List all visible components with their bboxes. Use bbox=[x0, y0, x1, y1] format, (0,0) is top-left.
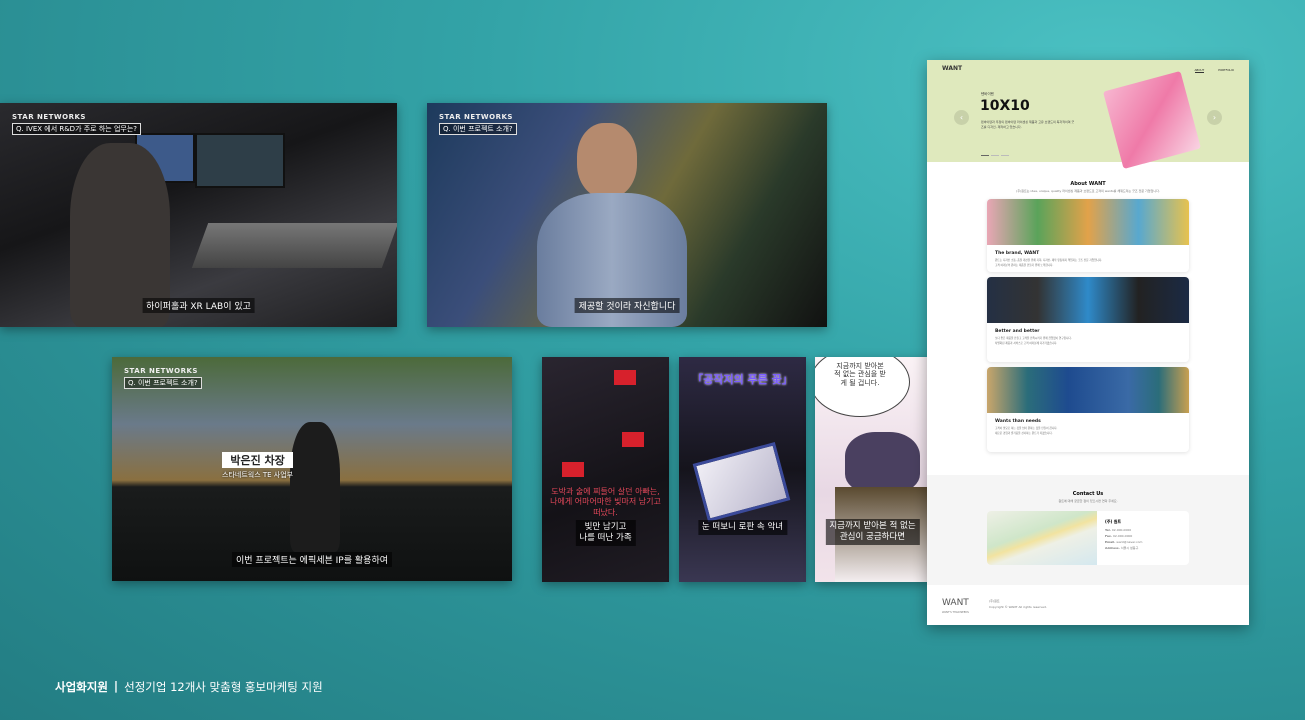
nav-portfolio[interactable]: PORTFOLIO bbox=[1218, 68, 1234, 73]
character-hair bbox=[845, 432, 920, 492]
question-label: Q. 이번 프로젝트 소개? bbox=[124, 377, 202, 389]
webtoon-card-1[interactable]: 도박과 술에 찌들어 살던 아빠는, 나에게 어마어마한 빚마저 남기고 떠났다… bbox=[542, 357, 669, 582]
comic-title: 「공작저의 푸른 꽃」 bbox=[692, 373, 793, 386]
map[interactable] bbox=[987, 511, 1097, 565]
subtitle: 제공할 것이라 자신합니다 bbox=[574, 298, 680, 313]
site-logo[interactable]: WANT bbox=[942, 65, 962, 72]
card-image bbox=[987, 367, 1189, 413]
hero-eyebrow: 텐바이텐 bbox=[981, 92, 994, 96]
brand-label: STAR NETWORKS bbox=[124, 367, 198, 375]
footer-logo: WANT bbox=[942, 598, 969, 608]
subtitle: 이번 프로젝트는 에픽세븐 IP를 활용하여 bbox=[231, 552, 393, 567]
monitor bbox=[195, 133, 285, 188]
person-head bbox=[577, 123, 637, 198]
contact-card: (주) 원트 Tel. 02-000-0000 Fax. 02-000-0000 E… bbox=[987, 511, 1189, 565]
red-card bbox=[562, 462, 584, 477]
caption-divider: | bbox=[113, 679, 119, 693]
contact-section: Contact Us 원트에 대해 궁금한 점이 있으시면 연락 주세요. (주… bbox=[927, 475, 1249, 585]
nav-about[interactable]: ABOUT bbox=[1194, 68, 1205, 73]
red-card bbox=[622, 432, 644, 447]
about-description: (주)원트는 idea, unique, quality 라이센싱 제품과 브랜… bbox=[1016, 189, 1160, 193]
card-image bbox=[987, 277, 1189, 323]
comic-caption: 빚만 남기고 나를 떠난 가족 bbox=[575, 520, 636, 547]
video-thumbnail-rnd[interactable]: STAR NETWORKS Q. IVEX 에서 R&D가 주로 하는 업무는?… bbox=[0, 103, 397, 327]
card-image bbox=[987, 199, 1189, 245]
footer-tagline: WANT'S THAN NEEDS bbox=[942, 611, 969, 614]
about-card: Wants than needs 고객이 필요로 하는 것을 넘어 원하는 것을 … bbox=[987, 367, 1189, 452]
speech-bubble: 지금까지 받아본 적 없는 관심을 받게 될 겁니다. bbox=[815, 357, 910, 417]
subtitle: 하이퍼홀과 XR LAB이 있고 bbox=[142, 298, 255, 313]
webtoon-card-3[interactable]: 지금까지 받아본 적 없는 관심을 받게 될 겁니다. 지금까지 받아본 적 없… bbox=[815, 357, 930, 582]
comic-caption: 지금까지 받아본 적 없는 관심이 궁금하다면 bbox=[825, 519, 920, 546]
speaker-name: 박은진 차장 bbox=[222, 452, 294, 468]
product-image bbox=[1103, 71, 1201, 169]
caption-label: 사업화지원 bbox=[55, 680, 108, 694]
webtoon-card-2[interactable]: 「공작저의 푸른 꽃」 눈 떠보니 로판 속 악녀 bbox=[679, 357, 806, 582]
contact-title: Contact Us bbox=[1072, 491, 1104, 497]
prev-arrow-icon[interactable]: ‹ bbox=[954, 110, 969, 125]
contact-description: 원트에 대해 궁금한 점이 있으시면 연락 주세요. bbox=[1058, 499, 1118, 503]
book-illustration bbox=[692, 442, 791, 522]
person bbox=[290, 422, 340, 552]
question-label: Q. IVEX 에서 R&D가 주로 하는 업무는? bbox=[12, 123, 141, 135]
brand-label: STAR NETWORKS bbox=[12, 113, 86, 121]
company-name: (주) 원트 bbox=[1105, 519, 1122, 524]
website-screenshot[interactable]: WANT ABOUT PORTFOLIO ‹ › 텐바이텐 10X10 텐바이텐… bbox=[927, 60, 1249, 625]
red-card bbox=[614, 370, 636, 385]
speaker-role: 스타네트웍스 TE 사업부 bbox=[222, 471, 294, 479]
hero-banner: WANT ABOUT PORTFOLIO ‹ › 텐바이텐 10X10 텐바이텐… bbox=[927, 60, 1249, 169]
video-thumbnail-project[interactable]: STAR NETWORKS Q. 이번 프로젝트 소개? 박은진 차장 스타네트… bbox=[112, 357, 512, 581]
about-card: Better and better 보다 좋은 제품을 만들고 고객을 만족시키기… bbox=[987, 277, 1189, 362]
about-card: The brand, WANT 원트는 디자인 소통, 품질 개선을 위해 기획,… bbox=[987, 199, 1189, 272]
hero-description: 텐바이텐과 우정의 텐바이텐 라이센싱 제품과 고유 브랜드의 독자적이며 굿즈… bbox=[981, 120, 1075, 129]
page-caption: 사업화지원 | 선정기업 12개사 맞춤형 홍보마케팅 지원 bbox=[55, 679, 323, 695]
comic-overlay-text: 도박과 술에 찌들어 살던 아빠는, 나에게 어마어마한 빚마저 남기고 떠났다… bbox=[550, 487, 661, 517]
about-title: About WANT bbox=[1070, 181, 1106, 187]
hero-title: 10X10 bbox=[980, 98, 1030, 114]
name-tag: 박은진 차장 스타네트웍스 TE 사업부 bbox=[222, 452, 294, 480]
question-label: Q. 이번 프로젝트 소개? bbox=[439, 123, 517, 135]
brand-label: STAR NETWORKS bbox=[439, 113, 513, 121]
comic-caption: 눈 떠보니 로판 속 악녀 bbox=[697, 520, 788, 536]
next-arrow-icon[interactable]: › bbox=[1207, 110, 1222, 125]
mixing-console bbox=[191, 223, 397, 268]
caption-text: 선정기업 12개사 맞춤형 홍보마케팅 지원 bbox=[124, 680, 323, 694]
slide-indicators[interactable] bbox=[981, 155, 1009, 156]
video-thumbnail-interview[interactable]: STAR NETWORKS Q. 이번 프로젝트 소개? 제공할 것이라 자신합… bbox=[427, 103, 827, 327]
